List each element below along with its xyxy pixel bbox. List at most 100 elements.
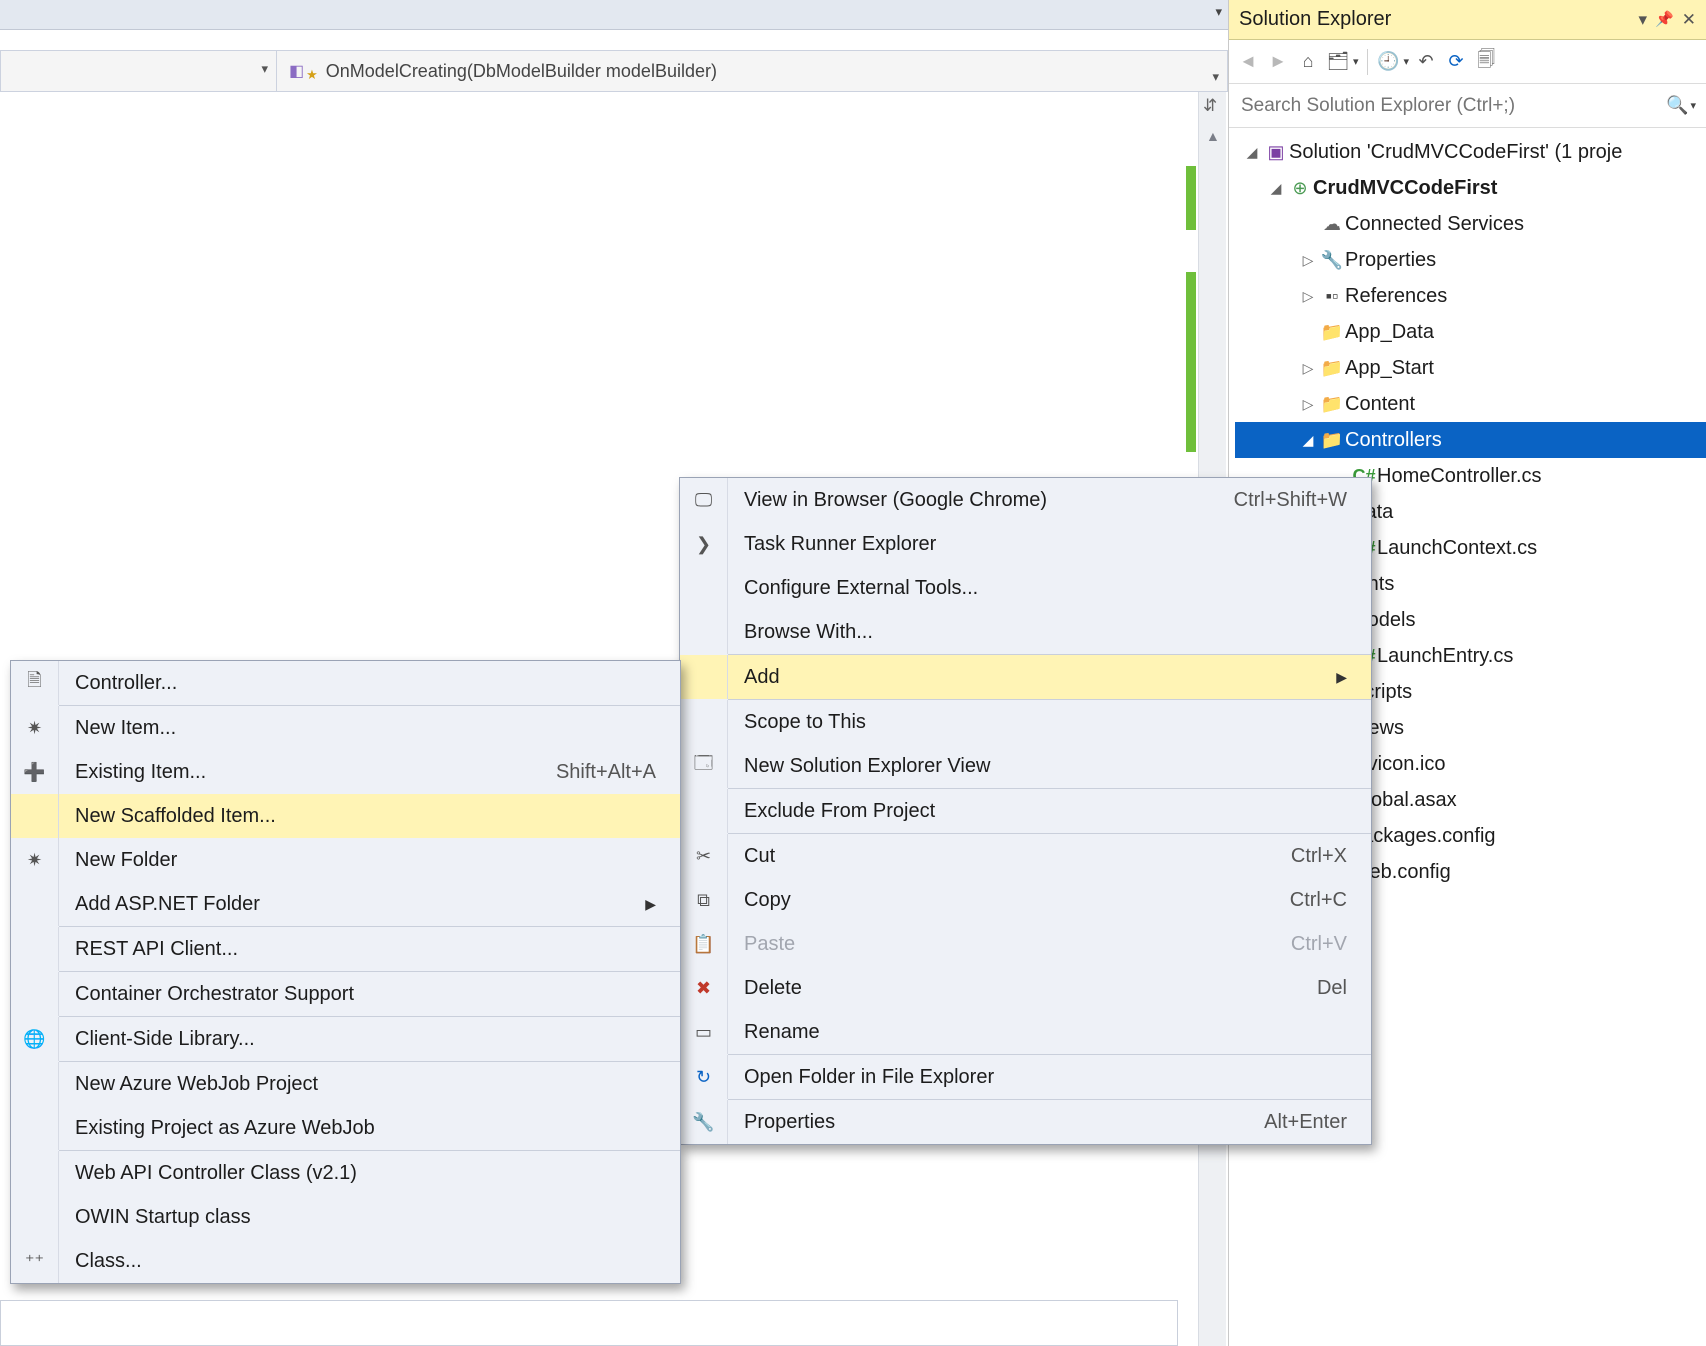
tree-node[interactable]: ◢📁Controllers — [1235, 422, 1706, 458]
tree-node-label: Content — [1345, 386, 1415, 422]
menu-item[interactable]: 🗔New Solution Explorer View — [680, 744, 1371, 788]
tree-node-label: LaunchContext.cs — [1377, 530, 1537, 566]
menu-item[interactable]: Existing Project as Azure WebJob — [11, 1106, 680, 1150]
menu-item: 📋PasteCtrl+V — [680, 922, 1371, 966]
expand-caret-icon[interactable]: ▷ — [1297, 242, 1319, 278]
solution-search[interactable]: 🔍 ▾ — [1229, 84, 1706, 128]
history-icon[interactable]: 🕘 — [1376, 49, 1402, 75]
menu-item[interactable]: New Scaffolded Item... — [11, 794, 680, 838]
menu-item[interactable]: Browse With... — [680, 610, 1371, 654]
delete-icon: ✖ — [680, 966, 728, 1010]
tree-node-label: packages.config — [1351, 818, 1496, 854]
blank-icon — [11, 1106, 59, 1150]
tree-node[interactable]: ▷📁App_Start — [1235, 350, 1706, 386]
forward-icon[interactable]: ► — [1265, 49, 1291, 75]
window-position-icon[interactable]: ▾ — [1639, 11, 1648, 28]
sync-with-active-icon[interactable]: 🗂 — [1325, 49, 1351, 75]
expand-caret-icon[interactable]: ▷ — [1297, 278, 1319, 314]
project-node[interactable]: ◢ ⊕ CrudMVCCodeFirst — [1235, 170, 1706, 206]
expand-caret-icon[interactable]: ◢ — [1297, 422, 1319, 458]
tree-node-label: App_Start — [1345, 350, 1434, 386]
tree-node[interactable]: ▷▪▫References — [1235, 278, 1706, 314]
blank-icon — [11, 972, 59, 1016]
undo-icon[interactable]: ↶ — [1413, 49, 1439, 75]
tab-overflow-icon[interactable]: ▾ — [1215, 4, 1222, 20]
split-sync-icon[interactable]: ⇵ — [1203, 96, 1217, 116]
open-folder-icon: ↻ — [680, 1055, 728, 1099]
newview-icon: 🗔 — [680, 744, 728, 788]
home-icon[interactable]: ⌂ — [1295, 49, 1321, 75]
expand-caret-icon[interactable]: ▷ — [1297, 386, 1319, 422]
menu-item-label: Controller... — [59, 672, 656, 695]
scope-dropdown[interactable] — [1, 51, 277, 91]
folder-icon: 📁 — [1319, 386, 1345, 422]
scroll-up-icon[interactable]: ▲ — [1206, 128, 1220, 144]
ref-icon: ▪▫ — [1319, 278, 1345, 314]
blank-icon — [680, 789, 728, 833]
menu-item-label: New Folder — [59, 849, 656, 872]
caret-right-icon: ❯ — [680, 522, 728, 566]
editor-tab-strip[interactable]: ▾ — [0, 0, 1228, 30]
back-icon[interactable]: ◄ — [1235, 49, 1261, 75]
member-dropdown[interactable]: ◧★ OnModelCreating(DbModelBuilder modelB… — [277, 59, 1227, 83]
tree-node[interactable]: 📁App_Data — [1235, 314, 1706, 350]
rename-icon: ▭ — [680, 1010, 728, 1054]
menu-item[interactable]: ✖DeleteDel — [680, 966, 1371, 1010]
menu-item[interactable]: Exclude From Project — [680, 789, 1371, 833]
bottom-input-box[interactable] — [0, 1300, 1178, 1346]
menu-item[interactable]: REST API Client... — [11, 927, 680, 971]
refresh-icon[interactable]: ⟳ — [1443, 49, 1469, 75]
menu-item-label: Client-Side Library... — [59, 1028, 656, 1051]
menu-item[interactable]: Web API Controller Class (v2.1) — [11, 1151, 680, 1195]
menu-item[interactable]: 🔧PropertiesAlt+Enter — [680, 1100, 1371, 1144]
menu-item[interactable]: 🗎Controller... — [11, 661, 680, 705]
menu-item[interactable]: ⧉CopyCtrl+C — [680, 878, 1371, 922]
menu-item[interactable]: New Azure WebJob Project — [11, 1062, 680, 1106]
menu-item-label: REST API Client... — [59, 938, 656, 961]
menu-item[interactable]: Configure External Tools... — [680, 566, 1371, 610]
menu-item[interactable]: ❯Task Runner Explorer — [680, 522, 1371, 566]
show-all-files-icon[interactable]: 🗐 — [1473, 49, 1499, 75]
menu-shortcut: Ctrl+C — [1260, 889, 1347, 912]
search-options-icon[interactable]: ▾ — [1690, 99, 1696, 112]
menu-item-label: Web API Controller Class (v2.1) — [59, 1162, 656, 1185]
menu-item[interactable]: Add ASP.NET Folder▶ — [11, 882, 680, 926]
folder-icon: 📁 — [1319, 422, 1345, 458]
add-submenu[interactable]: 🗎Controller...✷New Item...➕Existing Item… — [10, 660, 681, 1284]
tree-node[interactable]: ▷🔧Properties — [1235, 242, 1706, 278]
search-icon[interactable]: 🔍 — [1666, 95, 1688, 116]
copy-icon: ⧉ — [680, 878, 728, 922]
menu-item[interactable]: ➕Existing Item...Shift+Alt+A — [11, 750, 680, 794]
menu-item[interactable]: Scope to This — [680, 700, 1371, 744]
menu-item[interactable]: OWIN Startup class — [11, 1195, 680, 1239]
tree-node-label: HomeController.cs — [1377, 458, 1542, 494]
close-icon[interactable]: ✕ — [1682, 11, 1696, 28]
menu-item-label: Add ASP.NET Folder — [59, 893, 625, 916]
existitem-icon: ➕ — [11, 750, 59, 794]
pin-icon[interactable]: 📌 — [1655, 12, 1674, 27]
menu-item-label: Add — [728, 666, 1316, 689]
menu-item[interactable]: 🖵View in Browser (Google Chrome)Ctrl+Shi… — [680, 478, 1371, 522]
solution-search-input[interactable] — [1239, 94, 1662, 118]
solution-node[interactable]: ◢ ▣ Solution 'CrudMVCCodeFirst' (1 proje — [1235, 134, 1706, 170]
menu-item-label: Scope to This — [728, 711, 1347, 734]
submenu-arrow-icon: ▶ — [625, 896, 656, 913]
menu-item-label: Delete — [728, 977, 1287, 1000]
tree-node[interactable]: ☁Connected Services — [1235, 206, 1706, 242]
menu-item[interactable]: ✷New Folder — [11, 838, 680, 882]
menu-item[interactable]: ⁺⁺Class... — [11, 1239, 680, 1283]
navigation-bar: ◧★ OnModelCreating(DbModelBuilder modelB… — [0, 50, 1228, 92]
menu-item[interactable]: ▭Rename — [680, 1010, 1371, 1054]
menu-item[interactable]: ↻Open Folder in File Explorer — [680, 1055, 1371, 1099]
tree-node[interactable]: ▷📁Content — [1235, 386, 1706, 422]
menu-item-label: Configure External Tools... — [728, 577, 1347, 600]
menu-item[interactable]: ✂CutCtrl+X — [680, 834, 1371, 878]
expand-caret-icon[interactable]: ▷ — [1297, 350, 1319, 386]
menu-item[interactable]: 🌐Client-Side Library... — [11, 1017, 680, 1061]
menu-item[interactable]: ✷New Item... — [11, 706, 680, 750]
panel-titlebar[interactable]: Solution Explorer ▾ 📌 ✕ — [1229, 0, 1706, 40]
context-menu[interactable]: 🖵View in Browser (Google Chrome)Ctrl+Shi… — [679, 477, 1372, 1145]
menu-item[interactable]: Add▶ — [680, 655, 1371, 699]
blank-icon — [11, 1151, 59, 1195]
menu-item[interactable]: Container Orchestrator Support — [11, 972, 680, 1016]
